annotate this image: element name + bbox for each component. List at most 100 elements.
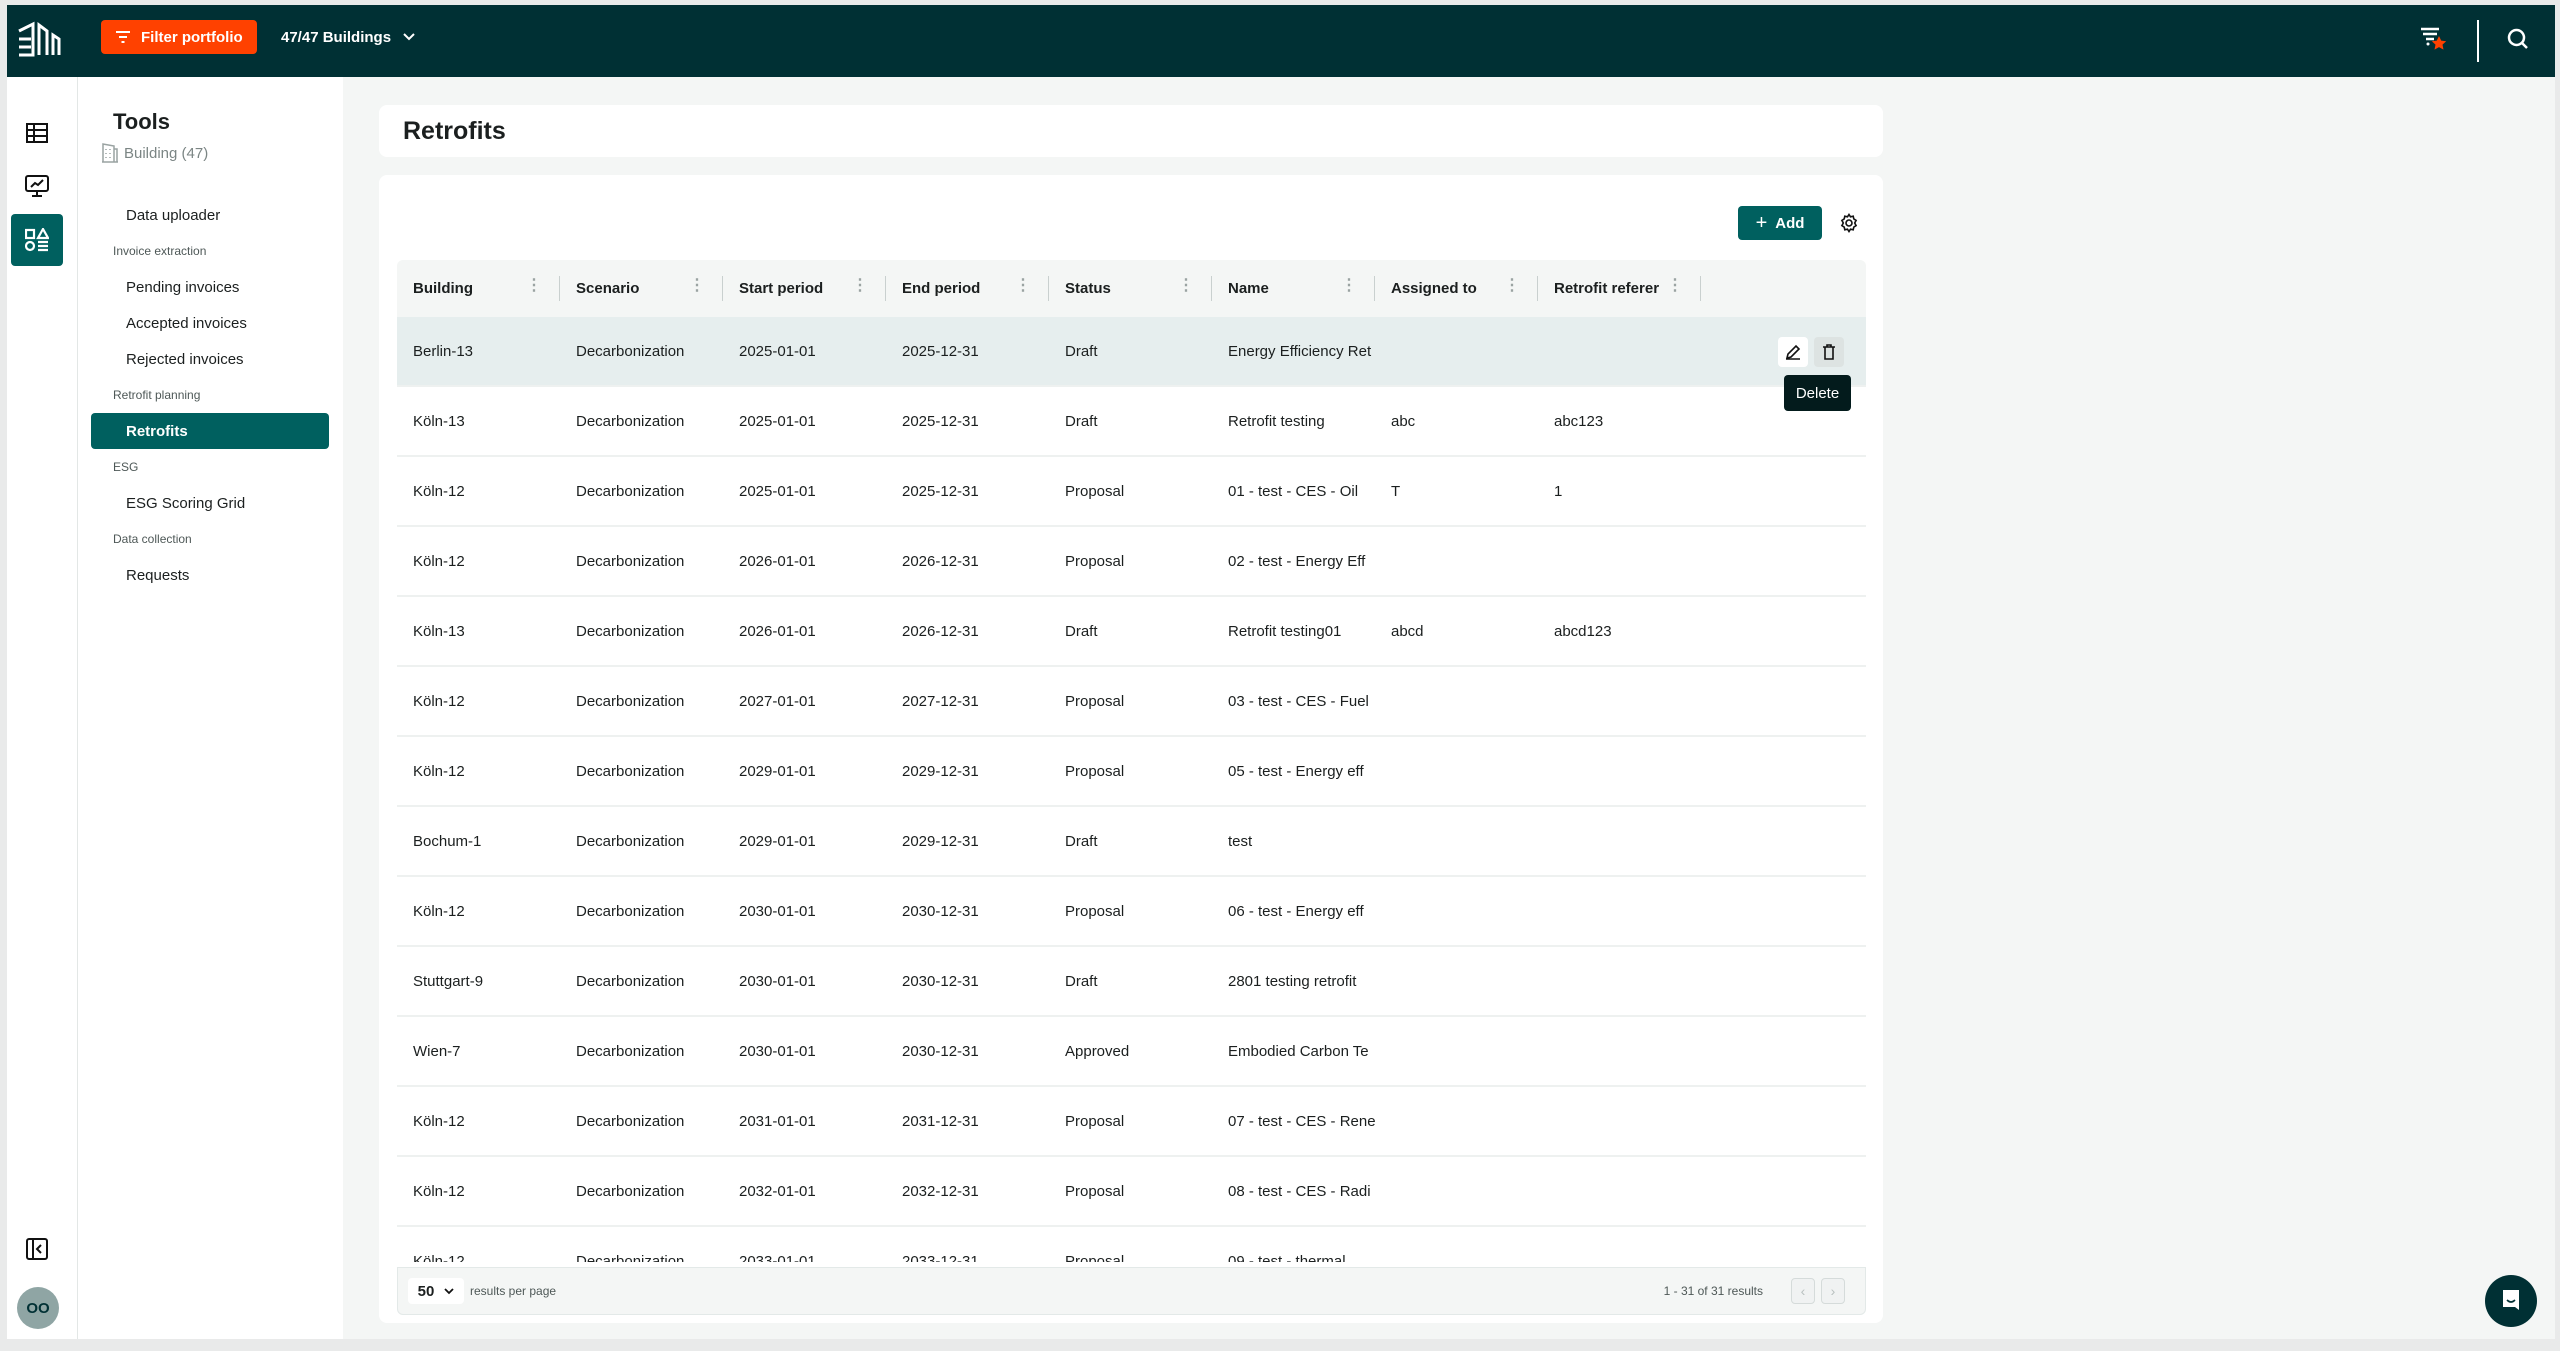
logo[interactable] [17, 19, 61, 63]
per-page-select[interactable]: 50 [408, 1278, 464, 1304]
table-cell: 2032-01-01 [739, 1182, 816, 1200]
table-cell: Retrofit testing01 [1228, 622, 1342, 640]
column-header[interactable]: Status ⋮ [1049, 260, 1212, 317]
table-cell: 2032-12-31 [902, 1182, 979, 1200]
table-row[interactable]: Stuttgart-9 Decarbonization 2030-01-01 2030… [397, 947, 1866, 1017]
column-header[interactable]: Scenario ⋮ [560, 260, 723, 317]
table-cell: 09 - test - thermal [1228, 1252, 1346, 1263]
table-cell: Köln-12 [413, 482, 465, 500]
column-menu-icon[interactable]: ⋮ [689, 278, 705, 294]
chat-icon [2503, 1290, 2519, 1310]
search-icon[interactable] [2507, 28, 2529, 54]
table-row[interactable]: Köln-13 Decarbonization 2026-01-01 2026-12-… [397, 597, 1866, 667]
rail-tools-icon[interactable] [11, 214, 63, 266]
table-cell: Draft [1065, 972, 1098, 990]
table-cell: 2026-01-01 [739, 552, 816, 570]
table-cell: 2025-12-31 [902, 342, 979, 360]
rail-dashboard-icon[interactable] [11, 160, 63, 212]
sidebar-item-retrofits[interactable]: Retrofits [91, 413, 329, 449]
table-cell: Wien-7 [413, 1042, 461, 1060]
sidebar-item-rejected-invoices[interactable]: Rejected invoices [91, 341, 329, 377]
sidebar-item-pending-invoices[interactable]: Pending invoices [91, 269, 329, 305]
buildings-selector[interactable]: 47/47 Buildings [281, 20, 415, 54]
table-cell: Retrofit testing [1228, 412, 1325, 430]
table-row[interactable]: Köln-12 Decarbonization 2031-01-01 2031-12-… [397, 1087, 1866, 1157]
table-row[interactable]: Köln-12 Decarbonization 2027-01-01 2027-12-… [397, 667, 1866, 737]
column-menu-icon[interactable]: ⋮ [1341, 278, 1357, 294]
column-header[interactable]: End period ⋮ [886, 260, 1049, 317]
column-header[interactable]: Start period ⋮ [723, 260, 886, 317]
gear-icon[interactable] [1839, 213, 1859, 237]
table-cell: 2030-12-31 [902, 972, 979, 990]
trash-icon [1823, 344, 1835, 360]
table-row[interactable]: Köln-12 Decarbonization 2029-01-01 2029-12-… [397, 737, 1866, 807]
table-row[interactable]: Wien-7 Decarbonization 2030-01-01 2030-12-3… [397, 1017, 1866, 1087]
table-cell: 2029-12-31 [902, 762, 979, 780]
retrofits-table: Building ⋮ Scenario ⋮ Start period ⋮ End perio… [397, 260, 1866, 1262]
table-cell: Proposal [1065, 1112, 1125, 1130]
prev-page-button[interactable]: ‹ [1791, 1278, 1815, 1304]
nav-group-label: Data collection [113, 532, 192, 546]
filter-icon [116, 31, 130, 43]
page-header: Retrofits [379, 105, 1883, 157]
page-title: Retrofits [403, 116, 506, 145]
table-cell: Bochum-1 [413, 832, 482, 850]
column-header[interactable]: Assigned to ⋮ [1375, 260, 1538, 317]
table-cell: Köln-13 [413, 622, 465, 640]
table-cell: test [1228, 832, 1253, 850]
table-cell: 03 - test - CES - Fuel [1228, 692, 1369, 710]
table-row[interactable]: Köln-12 Decarbonization 2030-01-01 2030-12-… [397, 877, 1866, 947]
table-cell: Draft [1065, 622, 1098, 640]
app-window: Filter portfolio 47/47 Buildings OO Tool… [7, 5, 2555, 1339]
column-resize-handle[interactable] [1700, 276, 1701, 301]
building-count-label: Building (47) [124, 144, 209, 162]
edit-button[interactable] [1778, 337, 1808, 367]
top-bar: Filter portfolio 47/47 Buildings [7, 5, 2555, 77]
column-header[interactable]: Building ⋮ [397, 260, 560, 317]
table-cell: 2030-12-31 [902, 1042, 979, 1060]
column-menu-icon[interactable]: ⋮ [1667, 278, 1683, 294]
table-cell: 2029-12-31 [902, 832, 979, 850]
table-row[interactable]: Bochum-1 Decarbonization 2029-01-01 2029-12… [397, 807, 1866, 877]
table-cell: 2801 testing retrofit [1228, 972, 1357, 990]
filter-portfolio-button[interactable]: Filter portfolio [101, 20, 257, 54]
pencil-icon [1785, 344, 1801, 360]
table-row[interactable]: Köln-13 Decarbonization 2025-01-01 2025-12-… [397, 387, 1866, 457]
table-cell: Draft [1065, 412, 1098, 430]
table-row[interactable]: Köln-12 Decarbonization 2032-01-01 2032-12-… [397, 1157, 1866, 1227]
sidebar-item-data-uploader[interactable]: Data uploader [91, 197, 329, 233]
delete-button[interactable] [1814, 337, 1844, 367]
sidebar-item-esg-scoring-grid[interactable]: ESG Scoring Grid [91, 485, 329, 521]
rail-table-icon[interactable] [11, 107, 63, 159]
table-cell: 01 - test - CES - Oil [1228, 482, 1359, 500]
column-title: Retrofit referer [1554, 280, 1660, 297]
table-cell: 2025-01-01 [739, 342, 816, 360]
table-cell: T [1391, 482, 1401, 500]
collapse-sidebar-icon[interactable] [11, 1223, 63, 1275]
table-cell: Draft [1065, 342, 1098, 360]
column-title: Name [1228, 280, 1269, 297]
next-page-button[interactable]: › [1821, 1278, 1845, 1304]
column-menu-icon[interactable]: ⋮ [1504, 278, 1520, 294]
table-row[interactable]: Köln-12 Decarbonization 2025-01-01 2025-12-… [397, 457, 1866, 527]
saved-filter-icon[interactable] [2419, 26, 2449, 56]
add-retrofit-button[interactable]: + Add [1738, 206, 1822, 240]
sidebar-item-accepted-invoices[interactable]: Accepted invoices [91, 305, 329, 341]
column-menu-icon[interactable]: ⋮ [1015, 278, 1031, 294]
table-body[interactable]: Berlin-13 Decarbonization 2025-01-01 2025-1… [397, 317, 1866, 1262]
table-cell: Proposal [1065, 692, 1125, 710]
column-menu-icon[interactable]: ⋮ [852, 278, 868, 294]
column-header[interactable]: Retrofit referer ⋮ [1538, 260, 1701, 317]
table-row[interactable]: Köln-12 Decarbonization 2033-01-01 2033-12-… [397, 1227, 1866, 1263]
table-row[interactable]: Berlin-13 Decarbonization 2025-01-01 2025-1… [397, 317, 1866, 387]
table-row[interactable]: Köln-12 Decarbonization 2026-01-01 2026-12-… [397, 527, 1866, 597]
column-header[interactable]: Name ⋮ [1212, 260, 1375, 317]
sidebar-item-requests[interactable]: Requests [91, 557, 329, 593]
avatar[interactable]: OO [17, 1287, 59, 1329]
chat-button[interactable] [2485, 1275, 2537, 1327]
column-menu-icon[interactable]: ⋮ [1178, 278, 1194, 294]
column-menu-icon[interactable]: ⋮ [526, 278, 542, 294]
per-page-label: results per page [470, 1284, 557, 1298]
filter-portfolio-label: Filter portfolio [141, 28, 243, 46]
tooltip-text: Delete [1795, 384, 1840, 402]
